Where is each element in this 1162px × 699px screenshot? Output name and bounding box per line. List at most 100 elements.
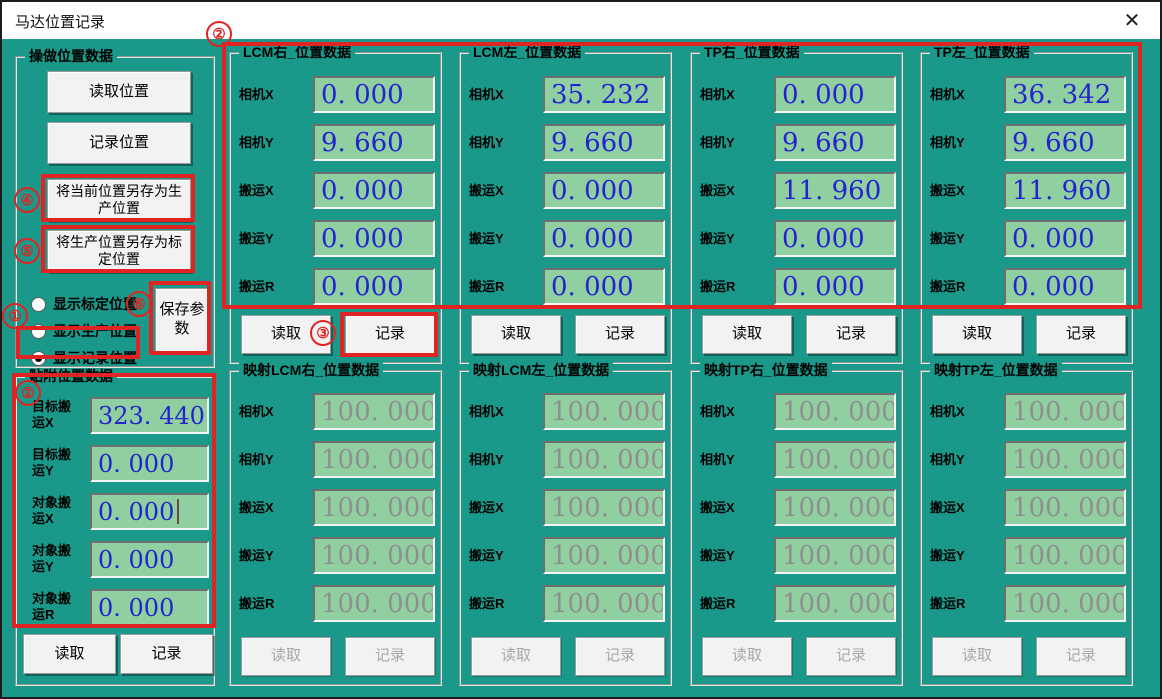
attach-record-button[interactable]: 记录	[120, 634, 213, 674]
row-label-camera-x: 相机X	[700, 404, 735, 420]
save-as-production-button[interactable]: 将当前位置另存为生产位置	[47, 179, 191, 221]
lcm-left-record-button[interactable]: 记录	[575, 315, 665, 354]
group-title-tp-left: TP左_位置数据	[930, 44, 1034, 61]
radio-unselected-icon[interactable]	[31, 324, 46, 339]
tp-right-read-button[interactable]: 读取	[702, 315, 792, 354]
tp-left-record-button[interactable]: 记录	[1036, 315, 1126, 354]
attach-read-button[interactable]: 读取	[23, 634, 116, 674]
attach-row-label-4: 对象搬运R	[32, 591, 80, 623]
radio-display-1[interactable]: 显示生产位置	[31, 322, 137, 340]
lcm-right-record-button[interactable]: 记录	[345, 315, 435, 354]
client-area: 操做位置数据 读取位置 记录位置 将当前位置另存为生产位置 将生产位置另存为标定…	[2, 39, 1160, 697]
lcm-left-field-transport-x[interactable]: 0. 000	[543, 172, 665, 209]
tp-right-field-transport-y[interactable]: 0. 000	[774, 220, 896, 257]
mapped-position-group-tp-right: 映射TP右_位置数据相机X100. 000相机Y100. 000搬运X100. …	[690, 370, 903, 686]
mapped-position-group-lcm-left: 映射LCM左_位置数据相机X100. 000相机Y100. 000搬运X100.…	[459, 370, 672, 686]
tp-left-field-camera-y[interactable]: 9. 660	[1004, 124, 1126, 161]
row-label-transport-x: 搬运X	[239, 183, 274, 199]
tp-right-field-camera-y[interactable]: 9. 660	[774, 124, 896, 161]
row-label-camera-y: 相机Y	[700, 452, 735, 468]
row-label-transport-y: 搬运Y	[930, 231, 965, 247]
radio-display-2[interactable]: 显示记录位置	[31, 349, 137, 367]
mapped-lcm-right-field-transport-y: 100. 000	[313, 537, 435, 574]
tp-right-record-button[interactable]: 记录	[806, 315, 896, 354]
tp-left-field-transport-y[interactable]: 0. 000	[1004, 220, 1126, 257]
field-value: 0. 000	[315, 272, 404, 302]
mapped-lcm-right-field-camera-x: 100. 000	[313, 393, 435, 430]
window-title: 马达位置记录	[15, 11, 105, 32]
attach-field-3[interactable]: 0. 000	[90, 541, 209, 578]
row-label-transport-y: 搬运Y	[469, 231, 504, 247]
mapped-lcm-right-read-button: 读取	[241, 637, 331, 676]
group-title-lcm-left: LCM左_位置数据	[469, 44, 585, 61]
row-label-transport-r: 搬运R	[239, 596, 274, 612]
attach-field-4[interactable]: 0. 000	[90, 589, 209, 626]
mapped-lcm-left-field-camera-y: 100. 000	[543, 441, 665, 478]
lcm-right-field-transport-x[interactable]: 0. 000	[313, 172, 435, 209]
radio-selected-icon[interactable]	[31, 351, 46, 366]
mapped-position-group-tp-left: 映射TP左_位置数据相机X100. 000相机Y100. 000搬运X100. …	[920, 370, 1133, 686]
row-label-transport-y: 搬运Y	[700, 231, 735, 247]
mapped-tp-left-record-button: 记录	[1036, 637, 1126, 676]
tp-right-field-transport-r[interactable]: 0. 000	[774, 268, 896, 305]
attach-position-group: 贴附位置数据 目标搬运X323. 440目标搬运Y0. 000对象搬运X0. 0…	[15, 376, 215, 686]
mapped-group-title-tp-left: 映射TP左_位置数据	[930, 362, 1062, 379]
field-value: 0. 000	[92, 593, 174, 623]
mapped-lcm-left-field-camera-x: 100. 000	[543, 393, 665, 430]
lcm-right-field-camera-y[interactable]: 9. 660	[313, 124, 435, 161]
record-position-button[interactable]: 记录位置	[47, 122, 191, 164]
lcm-right-read-button[interactable]: 读取	[241, 315, 331, 354]
radio-label: 显示生产位置	[53, 321, 137, 341]
read-position-button[interactable]: 读取位置	[47, 71, 191, 113]
lcm-left-field-transport-y[interactable]: 0. 000	[543, 220, 665, 257]
field-value: 0. 000	[92, 497, 174, 527]
row-label-transport-y: 搬运Y	[239, 548, 274, 564]
field-value: 100. 000	[776, 589, 896, 619]
tp-left-field-transport-x[interactable]: 11. 960	[1004, 172, 1126, 209]
mapped-group-title-tp-right: 映射TP右_位置数据	[700, 362, 832, 379]
row-label-transport-y: 搬运Y	[239, 231, 274, 247]
attach-field-0[interactable]: 323. 440	[90, 397, 209, 434]
field-value: 11. 960	[776, 176, 881, 206]
close-icon[interactable]: ✕	[1120, 9, 1144, 33]
tp-left-read-button[interactable]: 读取	[932, 315, 1022, 354]
tp-right-field-transport-x[interactable]: 11. 960	[774, 172, 896, 209]
field-value: 0. 000	[315, 224, 404, 254]
field-value: 0. 000	[92, 545, 174, 575]
row-label-camera-y: 相机Y	[930, 452, 965, 468]
attach-row-label-3: 对象搬运Y	[32, 543, 80, 575]
row-label-camera-y: 相机Y	[239, 452, 274, 468]
row-label-transport-y: 搬运Y	[930, 548, 965, 564]
row-label-transport-r: 搬运R	[469, 596, 504, 612]
lcm-left-field-camera-y[interactable]: 9. 660	[543, 124, 665, 161]
mapped-tp-right-field-transport-r: 100. 000	[774, 585, 896, 622]
row-label-transport-x: 搬运X	[700, 183, 735, 199]
field-value: 100. 000	[1006, 541, 1126, 571]
lcm-left-read-button[interactable]: 读取	[471, 315, 561, 354]
row-label-camera-x: 相机X	[930, 404, 965, 420]
radio-label: 显示记录位置	[53, 348, 137, 368]
lcm-left-field-camera-x[interactable]: 35. 232	[543, 76, 665, 113]
mapped-tp-left-read-button: 读取	[932, 637, 1022, 676]
lcm-right-field-transport-y[interactable]: 0. 000	[313, 220, 435, 257]
save-as-calibration-button[interactable]: 将生产位置另存为标定位置	[47, 230, 191, 272]
field-value: 9. 660	[315, 128, 404, 158]
lcm-right-field-camera-x[interactable]: 0. 000	[313, 76, 435, 113]
position-group-lcm-left: LCM左_位置数据相机X35. 232相机Y9. 660搬运X0. 000搬运Y…	[459, 52, 672, 364]
field-value: 11. 960	[1006, 176, 1111, 206]
group-title-tp-right: TP右_位置数据	[700, 44, 804, 61]
tp-left-field-camera-x[interactable]: 36. 342	[1004, 76, 1126, 113]
field-value: 100. 000	[1006, 397, 1126, 427]
lcm-right-field-transport-r[interactable]: 0. 000	[313, 268, 435, 305]
save-params-button[interactable]: 保存参数	[155, 288, 209, 352]
attach-field-1[interactable]: 0. 000	[90, 445, 209, 482]
radio-unselected-icon[interactable]	[31, 297, 46, 312]
motor-position-dialog: 马达位置记录 ✕ 操做位置数据 读取位置 记录位置 将当前位置另存为生产位置 将…	[0, 0, 1162, 699]
tp-right-field-camera-x[interactable]: 0. 000	[774, 76, 896, 113]
attach-field-2[interactable]: 0. 000	[90, 493, 209, 530]
radio-display-0[interactable]: 显示标定位置	[31, 295, 137, 313]
tp-left-field-transport-r[interactable]: 0. 000	[1004, 268, 1126, 305]
row-label-transport-x: 搬运X	[469, 183, 504, 199]
lcm-left-field-transport-r[interactable]: 0. 000	[543, 268, 665, 305]
field-value: 0. 000	[315, 80, 404, 110]
